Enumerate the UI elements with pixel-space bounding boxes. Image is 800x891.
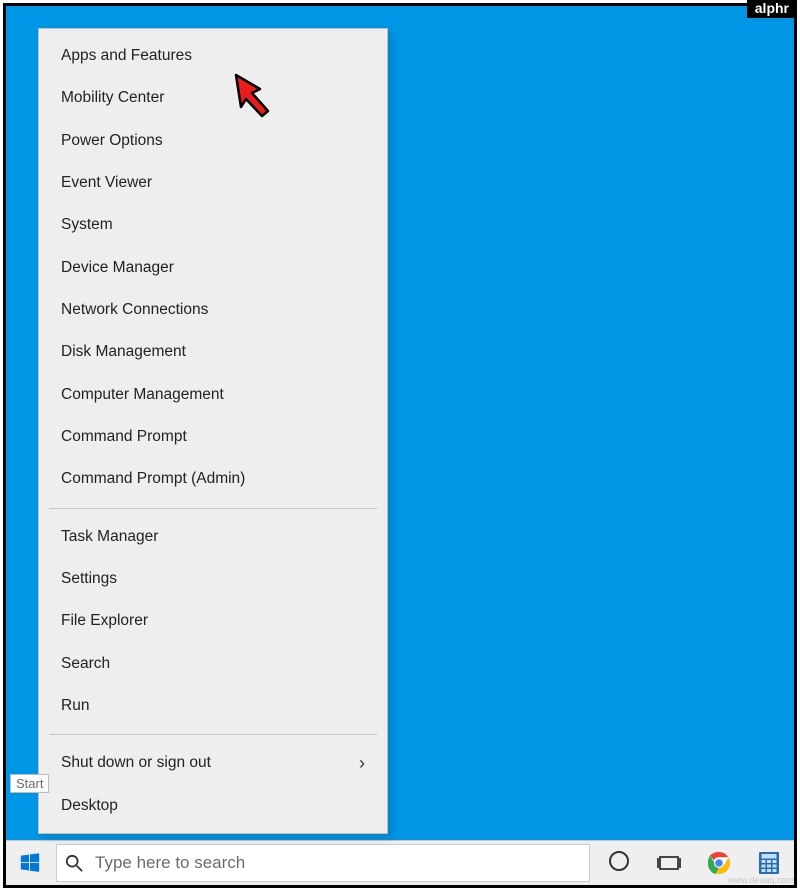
menu-disk-management[interactable]: Disk Management — [39, 331, 387, 373]
menu-separator — [49, 508, 377, 509]
brand-badge: alphr — [747, 0, 797, 18]
task-view-icon — [657, 851, 681, 875]
taskbar: Type here to search — [6, 840, 794, 885]
calculator-icon — [757, 851, 781, 875]
menu-settings[interactable]: Settings — [39, 558, 387, 600]
menu-task-manager[interactable]: Task Manager — [39, 516, 387, 558]
menu-search[interactable]: Search — [39, 643, 387, 685]
search-icon — [65, 854, 83, 872]
menu-desktop[interactable]: Desktop — [39, 785, 387, 827]
menu-mobility-center[interactable]: Mobility Center — [39, 77, 387, 119]
cortana-button[interactable] — [594, 851, 644, 871]
menu-power-options[interactable]: Power Options — [39, 120, 387, 162]
cortana-icon — [609, 851, 629, 871]
menu-command-prompt[interactable]: Command Prompt — [39, 416, 387, 458]
calculator-taskbar-button[interactable] — [744, 851, 794, 875]
menu-apps-and-features[interactable]: Apps and Features — [39, 35, 387, 77]
search-placeholder: Type here to search — [95, 853, 245, 873]
task-view-button[interactable] — [644, 851, 694, 875]
start-tooltip: Start — [10, 774, 49, 793]
menu-command-prompt-admin[interactable]: Command Prompt (Admin) — [39, 458, 387, 500]
menu-run[interactable]: Run — [39, 685, 387, 727]
watermark: www.deuaq.com — [728, 875, 794, 885]
menu-file-explorer[interactable]: File Explorer — [39, 600, 387, 642]
menu-event-viewer[interactable]: Event Viewer — [39, 162, 387, 204]
start-button[interactable] — [6, 841, 54, 885]
chrome-taskbar-button[interactable] — [694, 851, 744, 875]
windows-logo-icon — [19, 852, 41, 874]
taskbar-search[interactable]: Type here to search — [56, 844, 590, 882]
menu-shutdown-signout[interactable]: Shut down or sign out › — [39, 742, 387, 784]
menu-network-connections[interactable]: Network Connections — [39, 289, 387, 331]
chrome-icon — [707, 851, 731, 875]
menu-computer-management[interactable]: Computer Management — [39, 374, 387, 416]
menu-device-manager[interactable]: Device Manager — [39, 247, 387, 289]
menu-separator — [49, 734, 377, 735]
desktop[interactable]: Start Apps and Features Mobility Center … — [6, 6, 794, 840]
menu-system[interactable]: System — [39, 204, 387, 246]
winx-context-menu: Apps and Features Mobility Center Power … — [38, 28, 388, 834]
red-arrow-annotation — [230, 69, 288, 119]
chevron-right-icon: › — [359, 753, 365, 774]
